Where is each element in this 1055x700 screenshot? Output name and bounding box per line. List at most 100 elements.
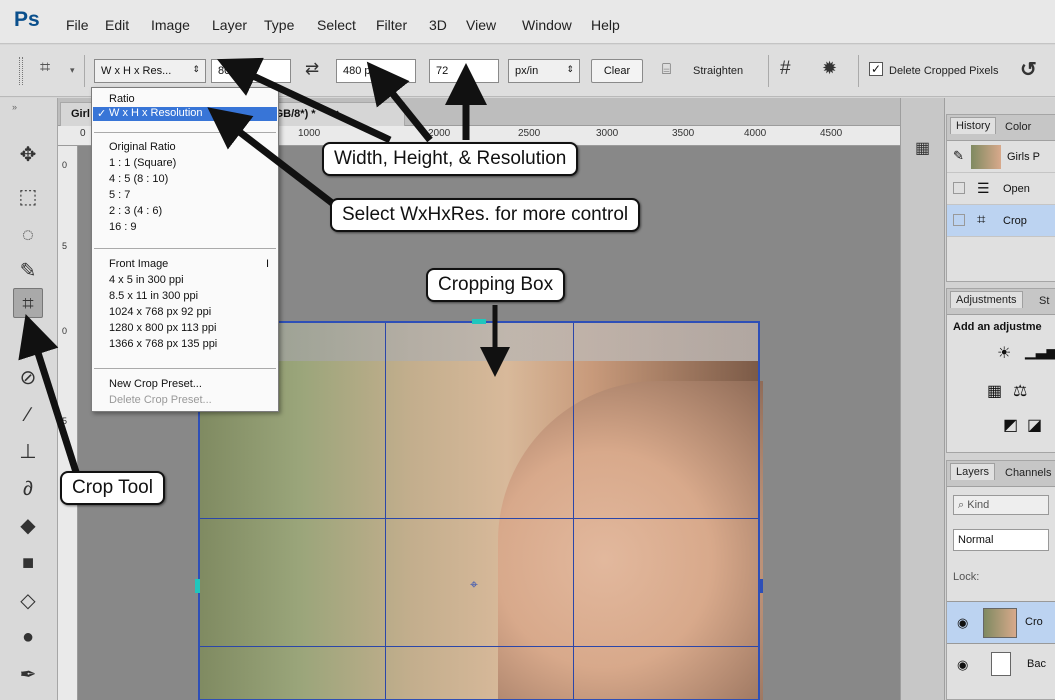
collapse-icon[interactable]: » bbox=[12, 102, 17, 112]
dodge-tool-icon[interactable]: ● bbox=[13, 622, 43, 652]
straighten-label[interactable]: Straighten bbox=[693, 65, 743, 77]
gear-icon[interactable]: ✹ bbox=[822, 58, 837, 79]
levels-icon[interactable]: ▁▃▅ bbox=[1025, 343, 1055, 360]
dropdown-item-original-ratio[interactable]: Original Ratio bbox=[109, 141, 176, 153]
lasso-tool-icon[interactable]: ◌ bbox=[13, 220, 43, 250]
layer-filter-select[interactable]: ⌕ Kind bbox=[953, 495, 1049, 515]
menu-3d[interactable]: 3D bbox=[429, 17, 447, 33]
dropdown-item-preset[interactable]: 4 x 5 in 300 ppi bbox=[109, 274, 184, 286]
menu-edit[interactable]: Edit bbox=[105, 17, 129, 33]
reset-icon[interactable]: ↺ bbox=[1020, 57, 1037, 82]
eyedropper-tool-icon[interactable]: ⌇ bbox=[13, 326, 43, 356]
vibrance-icon[interactable]: ▦ bbox=[987, 381, 1002, 401]
menu-type[interactable]: Type bbox=[264, 17, 294, 33]
dropdown-item-wxhxres[interactable]: W x H x Resolution bbox=[109, 107, 203, 119]
history-item-row[interactable]: ☰ Open bbox=[947, 173, 1055, 205]
menu-window[interactable]: Window bbox=[522, 17, 572, 33]
layer-row[interactable]: ◉ Cro bbox=[947, 601, 1055, 643]
quick-select-tool-icon[interactable]: ✎ bbox=[13, 256, 43, 286]
close-icon[interactable]: × bbox=[333, 108, 339, 120]
resolution-field[interactable]: 72 bbox=[429, 59, 499, 83]
dropdown-item-new-preset[interactable]: New Crop Preset... bbox=[109, 378, 202, 390]
resolution-unit-select[interactable]: px/in ⇕ bbox=[508, 59, 580, 83]
eye-icon[interactable]: ◉ bbox=[957, 657, 968, 673]
level-icon[interactable]: ⌸ bbox=[662, 61, 671, 78]
crop-preset-dropdown: Ratio ✓ W x H x Resolution Original Rati… bbox=[91, 87, 279, 412]
right-panel-dock: ▦ History Color ✎ Girls P ☰ Open ⌗ Crop … bbox=[900, 98, 1055, 700]
menu-image[interactable]: Image bbox=[151, 17, 190, 33]
dropdown-item-preset[interactable]: 1366 x 768 px 135 ppi bbox=[109, 338, 217, 350]
gradient-tool-icon[interactable]: ■ bbox=[13, 548, 43, 578]
brush-tool-icon[interactable]: ∕ bbox=[13, 400, 43, 430]
history-brush-tool-icon[interactable]: ∂ bbox=[13, 474, 43, 504]
cropping-box[interactable] bbox=[198, 321, 760, 700]
crop-preset-select[interactable]: W x H x Res... ⇕ bbox=[94, 59, 206, 83]
chevron-down-icon[interactable]: ▾ bbox=[70, 65, 75, 76]
dropdown-item-front-image[interactable]: Front Image bbox=[109, 258, 168, 270]
tab-styles[interactable]: St bbox=[1039, 295, 1049, 307]
dropdown-item-2-3[interactable]: 2 : 3 (4 : 6) bbox=[109, 205, 162, 217]
tab-layers[interactable]: Layers bbox=[950, 463, 996, 480]
crop-tool-icon[interactable]: ⌗ bbox=[13, 288, 43, 318]
eye-icon[interactable]: ◉ bbox=[957, 615, 968, 631]
dropdown-item-delete-preset[interactable]: Delete Crop Preset... bbox=[109, 394, 212, 406]
clear-button[interactable]: Clear bbox=[591, 59, 643, 83]
dropdown-item-ratio[interactable]: Ratio bbox=[109, 93, 135, 105]
menu-help[interactable]: Help bbox=[591, 17, 620, 33]
marquee-tool-icon[interactable]: ⬚ bbox=[13, 182, 43, 212]
grip-handle[interactable] bbox=[19, 57, 23, 85]
history-checkbox[interactable] bbox=[953, 214, 965, 226]
crop-handle-left[interactable] bbox=[195, 579, 200, 593]
ruler-tick: 0 bbox=[80, 128, 86, 139]
dropdown-item-16-9[interactable]: 16 : 9 bbox=[109, 221, 137, 233]
move-tool-icon[interactable]: ✥ bbox=[13, 140, 43, 170]
dropdown-item-preset[interactable]: 8.5 x 11 in 300 ppi bbox=[109, 290, 198, 302]
menu-view[interactable]: View bbox=[466, 17, 496, 33]
stamp-tool-icon[interactable]: ⊥ bbox=[13, 437, 43, 467]
healing-brush-tool-icon[interactable]: ⊘ bbox=[13, 363, 43, 393]
menu-layer[interactable]: Layer bbox=[212, 17, 247, 33]
dropdown-item-1-1[interactable]: 1 : 1 (Square) bbox=[109, 157, 176, 169]
menu-file[interactable]: File bbox=[66, 17, 89, 33]
balance-icon[interactable]: ⚖ bbox=[1013, 381, 1027, 401]
crop-handle-right[interactable] bbox=[758, 579, 763, 593]
crop-center-icon[interactable]: ⌖ bbox=[470, 576, 478, 593]
dropdown-item-5-7[interactable]: 5 : 7 bbox=[109, 189, 130, 201]
menu-select[interactable]: Select bbox=[317, 17, 356, 33]
crop-tool-icon[interactable]: ⌗ bbox=[40, 57, 50, 78]
dropdown-item-preset[interactable]: 1024 x 768 px 92 ppi bbox=[109, 306, 211, 318]
tab-color[interactable]: Color bbox=[1005, 121, 1031, 133]
dropdown-item-preset[interactable]: 1280 x 800 px 113 ppi bbox=[109, 322, 216, 334]
layer-name: Bac bbox=[1027, 658, 1046, 670]
shortcut-label: I bbox=[266, 258, 270, 270]
history-item-row[interactable]: ⌗ Crop bbox=[947, 205, 1055, 237]
callout-cropping-box: Cropping Box bbox=[426, 268, 566, 302]
ruler-tick: 2500 bbox=[518, 128, 541, 139]
adjustments-panel-tabs: Adjustments St bbox=[947, 289, 1055, 315]
swap-icon[interactable]: ⇄ bbox=[305, 59, 319, 79]
height-field[interactable]: 480 px bbox=[336, 59, 416, 83]
width-field[interactable]: 800 px bbox=[211, 59, 291, 83]
tab-channels[interactable]: Channels bbox=[1005, 467, 1051, 479]
blur-tool-icon[interactable]: ◇ bbox=[13, 586, 43, 616]
tab-adjustments[interactable]: Adjustments bbox=[950, 291, 1023, 308]
eraser-tool-icon[interactable]: ◆ bbox=[13, 511, 43, 541]
delete-cropped-checkbox[interactable]: ✓ bbox=[869, 62, 883, 76]
properties-icon[interactable]: ▦ bbox=[915, 138, 930, 158]
ruler-tick: 4000 bbox=[744, 128, 767, 139]
brightness-icon[interactable]: ☀ bbox=[997, 343, 1011, 363]
crop-handle-top[interactable] bbox=[472, 319, 486, 324]
document-tab-title: Girl bbox=[71, 108, 90, 120]
history-snapshot-row[interactable]: ✎ Girls P bbox=[947, 141, 1055, 173]
blend-mode-select[interactable]: Normal bbox=[953, 529, 1049, 551]
menu-filter[interactable]: Filter bbox=[376, 17, 407, 33]
layer-row[interactable]: ◉ Bac bbox=[947, 643, 1055, 685]
overlay-grid-icon[interactable]: # bbox=[780, 58, 791, 80]
pen-tool-icon[interactable]: ✒ bbox=[13, 660, 43, 690]
posterize-icon[interactable]: ◪ bbox=[1027, 415, 1042, 435]
history-checkbox[interactable] bbox=[953, 182, 965, 194]
dropdown-item-4-5[interactable]: 4 : 5 (8 : 10) bbox=[109, 173, 168, 185]
invert-icon[interactable]: ◩ bbox=[1003, 415, 1018, 435]
tab-history[interactable]: History bbox=[950, 117, 997, 134]
toolbox: » ✥ ⬚ ◌ ✎ ⌗ ⌇ ⊘ ∕ ⊥ ∂ ◆ ■ ◇ ● ✒ bbox=[0, 98, 58, 700]
